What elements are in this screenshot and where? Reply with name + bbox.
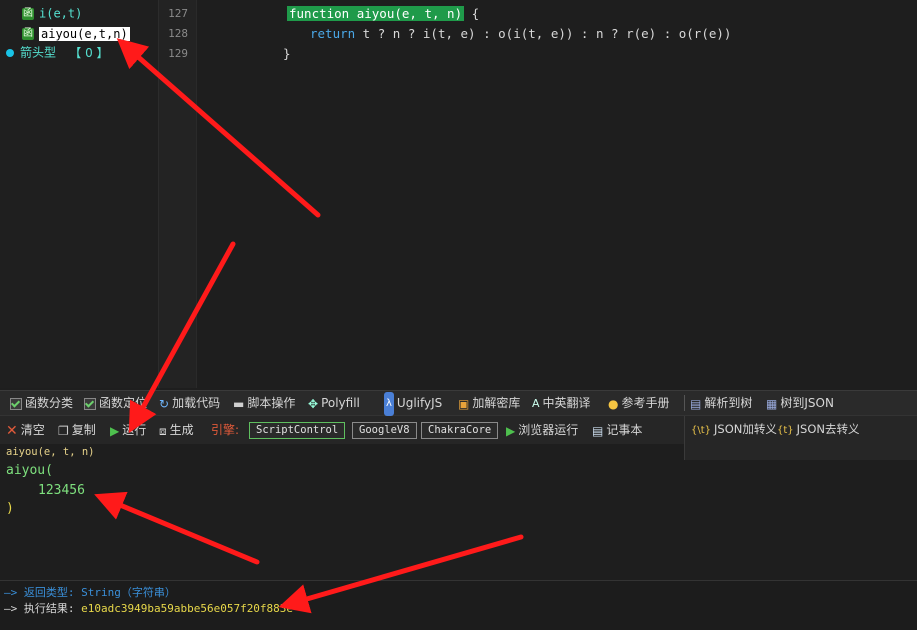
function-icon: 函 xyxy=(22,7,34,20)
polyfill-button[interactable]: ✥ Polyfill xyxy=(308,391,360,415)
json-escape-button[interactable]: {\t} JSON加转义 xyxy=(691,417,777,441)
engine-googlev8[interactable]: GoogleV8 xyxy=(352,422,417,439)
puzzle-icon: ✥ xyxy=(308,396,319,411)
run-button[interactable]: ▶ 运行 xyxy=(110,418,146,442)
decrypt-lib-button[interactable]: ▣ 加解密库 xyxy=(458,391,520,415)
function-icon: 函 xyxy=(22,27,34,40)
copy-icon: ❐ xyxy=(58,423,69,438)
arrow-type-label: 箭头型 xyxy=(20,45,57,60)
bullet-icon xyxy=(6,48,14,57)
notepad-icon: ▤ xyxy=(592,423,604,438)
play-icon: ▶ xyxy=(110,423,120,438)
result-value: e10adc3949ba59abbe56e057f20f883e xyxy=(81,602,294,615)
lightbulb-icon: ● xyxy=(608,396,619,411)
tree-item-aiyou[interactable]: 函 aiyou(e,t,n) xyxy=(22,24,130,42)
tree-to-json-button[interactable]: ▦ 树到JSON xyxy=(766,391,834,415)
translate-icon: A xyxy=(532,396,540,410)
code-editor[interactable]: function aiyou(e, t, n) { return t ? n ?… xyxy=(197,0,917,388)
output-line: ) xyxy=(6,501,14,516)
library-icon: ▣ xyxy=(458,396,470,411)
main-toolbar: 函数分类 函数定位 ↻ 加载代码 ▬ 脚本操作 ✥ Polyfill λ UglifyJ… xyxy=(0,390,917,416)
tree-icon: ▤ xyxy=(690,396,702,411)
browser-run-button[interactable]: ▶ 浏览器运行 xyxy=(506,418,578,442)
copy-button[interactable]: ❐ 复制 xyxy=(58,418,96,442)
result-label: —> 执行结果: xyxy=(4,602,75,615)
generate-icon: ⧈ xyxy=(159,423,167,438)
json-escape-icon: {\t} xyxy=(691,425,712,436)
uglifyjs-button[interactable]: λ UglifyJS xyxy=(384,391,442,416)
function-signature: aiyou(e, t, n) xyxy=(6,446,95,458)
func-locate-toggle[interactable]: 函数定位 xyxy=(84,391,154,415)
engine-label: 引擎: xyxy=(211,423,240,437)
clear-button[interactable]: ✕ 清空 xyxy=(6,418,45,442)
arrow-type-count: 【 0 】 xyxy=(69,45,109,60)
notepad-button[interactable]: ▤ 记事本 xyxy=(592,418,642,442)
line-number: 128 xyxy=(168,27,188,40)
tree-item-label: i(e,t) xyxy=(39,6,83,21)
return-type-text: —> 返回类型: String（字符串） xyxy=(4,586,176,599)
func-category-toggle[interactable]: 函数分类 xyxy=(10,391,73,415)
json-tools-panel: {\t} JSON加转义 {t} JSON去转义 xyxy=(684,416,917,462)
checkbox-icon xyxy=(10,397,22,410)
code-line-127: function aiyou(e, t, n) { xyxy=(287,6,480,21)
line-number: 127 xyxy=(168,7,188,20)
output-textarea[interactable]: aiyou( 123456 ) xyxy=(0,460,917,580)
line-number-gutter: 127 128 129 xyxy=(159,0,197,388)
play-icon: ▶ xyxy=(506,423,516,438)
generate-button[interactable]: ⧈ 生成 xyxy=(159,418,194,442)
tree-item-label-selected: aiyou(e,t,n) xyxy=(39,26,130,41)
script-ops-button[interactable]: ▬ 脚本操作 xyxy=(233,391,295,415)
code-line-129: } xyxy=(283,46,291,61)
output-argument: 123456 xyxy=(38,483,85,498)
parse-to-tree-button[interactable]: ▤ 解析到树 xyxy=(690,391,752,415)
json-unescape-button[interactable]: {t} JSON去转义 xyxy=(777,417,860,441)
tree-item-i[interactable]: 函 i(e,t) xyxy=(22,4,82,22)
briefcase-icon: ▬ xyxy=(233,396,245,411)
lambda-icon: λ xyxy=(384,391,394,416)
result-panel: —> 返回类型: String（字符串） —> 执行结果: e10adc3949… xyxy=(0,580,917,630)
close-icon: ✕ xyxy=(6,422,18,439)
translate-button[interactable]: A 中英翻译 xyxy=(532,391,591,415)
highlighted-function-name: function aiyou(e, t, n) xyxy=(287,6,465,21)
checkbox-icon xyxy=(84,397,96,410)
line-number: 129 xyxy=(168,47,188,60)
output-line: aiyou( xyxy=(6,463,53,478)
toolbar-divider xyxy=(684,395,685,411)
engine-scriptcontrol[interactable]: ScriptControl xyxy=(249,422,346,439)
manual-button[interactable]: ● 参考手册 xyxy=(608,391,670,415)
result-row: —> 执行结果: e10adc3949ba59abbe56e057f20f883… xyxy=(4,600,293,616)
code-line-128: return t ? n ? i(t, e) : o(i(t, e)) : n … xyxy=(310,26,732,41)
engine-chakracore[interactable]: ChakraCore xyxy=(421,422,499,439)
refresh-icon: ↻ xyxy=(159,396,170,411)
json-unescape-icon: {t} xyxy=(777,425,794,436)
load-code-button[interactable]: ↻ 加载代码 xyxy=(159,391,220,415)
function-tree-panel: 函 i(e,t) 函 aiyou(e,t,n) 箭头型 【 0 】 xyxy=(0,0,159,388)
tree-item-arrow-type[interactable]: 箭头型 【 0 】 xyxy=(6,43,109,61)
json-icon: ▦ xyxy=(766,396,778,411)
